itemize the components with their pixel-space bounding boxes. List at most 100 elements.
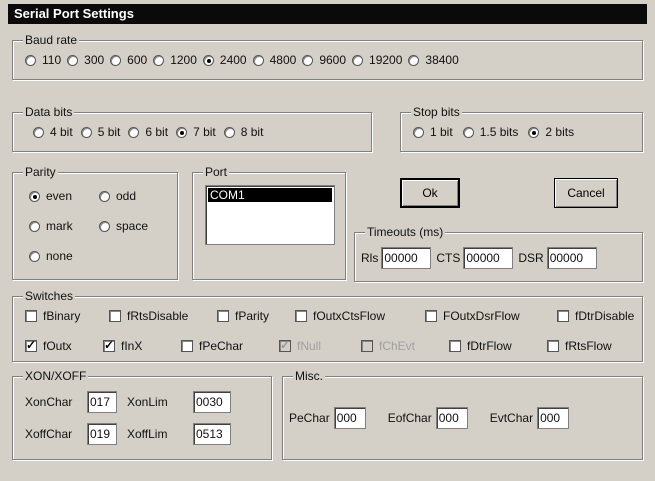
databits-radio-8-bit[interactable]: [223, 126, 235, 138]
baud-option-9600[interactable]: 9600: [302, 53, 346, 67]
parity-space-option[interactable]: space: [99, 219, 148, 233]
switch-checkbox-fpechar[interactable]: [181, 340, 193, 352]
parity-mark-radio[interactable]: [29, 220, 40, 232]
baud-option-110[interactable]: 110: [25, 53, 61, 67]
switches-label: Switches: [23, 289, 76, 303]
databits-radio-7-bit[interactable]: [176, 126, 188, 138]
baud-option-text: 2400: [219, 53, 247, 67]
stopbits-option-1-bit[interactable]: 1 bit: [413, 125, 453, 139]
parity-mark-option[interactable]: mark: [29, 219, 95, 233]
parity-even-radio[interactable]: [29, 190, 40, 202]
parity-none-option[interactable]: none: [29, 249, 73, 263]
baud-option-4800[interactable]: 4800: [252, 53, 296, 67]
databits-option-8-bit[interactable]: 8 bit: [223, 125, 263, 139]
switch-checkbox-frtsflow[interactable]: [547, 340, 559, 352]
databits-radio-6-bit[interactable]: [128, 126, 140, 138]
baud-radio-9600[interactable]: [302, 54, 314, 66]
port-list-item[interactable]: COM1: [208, 188, 332, 202]
stopbits-radio-2-bits[interactable]: [528, 126, 540, 138]
switch-foutxctsflow[interactable]: fOutxCtsFlow: [295, 309, 421, 323]
baud-option-300[interactable]: 300: [67, 53, 104, 67]
databits-radio-5-bit[interactable]: [80, 126, 92, 138]
stopbits-radio-1-bit[interactable]: [413, 126, 424, 138]
baud-radio-2400[interactable]: [202, 54, 214, 66]
stop-bits-options: 1 bit 1.5 bits 2 bits: [413, 125, 584, 139]
parity-label: Parity: [23, 165, 58, 179]
switch-label: fBinary: [43, 309, 81, 323]
baud-option-text: 110: [42, 53, 62, 67]
xofflim-field[interactable]: 0513: [193, 423, 231, 445]
switch-label: fNull: [297, 339, 322, 353]
baud-radio-38400[interactable]: [408, 54, 420, 66]
eofchar-label: EofChar: [387, 411, 432, 425]
eofchar-field[interactable]: 000: [435, 407, 468, 429]
evtchar-field[interactable]: 000: [537, 407, 570, 429]
baud-option-38400[interactable]: 38400: [408, 53, 459, 67]
databits-option-6-bit[interactable]: 6 bit: [128, 125, 168, 139]
baud-option-19200[interactable]: 19200: [352, 53, 402, 67]
switch-fdtrflow[interactable]: fDtrFlow: [449, 339, 543, 353]
baud-option-2400[interactable]: 2400: [202, 53, 247, 67]
parity-row-2: mark space: [29, 219, 152, 233]
switch-finx[interactable]: fInX: [103, 338, 177, 353]
data-bits-options: 4 bit 5 bit 6 bit 7 bit 8 bit: [33, 125, 271, 139]
baud-option-text: 300: [84, 53, 105, 67]
xonlim-field[interactable]: 0030: [193, 391, 231, 413]
pechar-field[interactable]: 000: [333, 407, 366, 429]
xonchar-field[interactable]: 017: [87, 391, 117, 413]
parity-none-text: none: [46, 249, 73, 263]
databits-option-5-bit[interactable]: 5 bit: [80, 125, 120, 139]
switch-frtsdisable[interactable]: fRtsDisable: [109, 309, 213, 323]
baud-radio-19200[interactable]: [352, 54, 364, 66]
port-listbox[interactable]: COM1: [205, 185, 335, 245]
xoffchar-field[interactable]: 019: [87, 423, 117, 445]
switch-checkbox-finx[interactable]: [103, 338, 115, 352]
baud-option-600[interactable]: 600: [110, 53, 147, 67]
switch-checkbox-fbinary[interactable]: [25, 310, 37, 322]
databits-option-7-bit[interactable]: 7 bit: [176, 125, 216, 139]
switch-checkbox-foutxctsflow[interactable]: [295, 310, 307, 322]
switch-fbinary[interactable]: fBinary: [25, 309, 105, 323]
cts-field[interactable]: 00000: [463, 247, 514, 269]
ok-button[interactable]: Ok: [400, 178, 460, 208]
parity-odd-radio[interactable]: [99, 190, 110, 202]
baud-option-1200[interactable]: 1200: [153, 53, 197, 67]
parity-even-option[interactable]: even: [29, 189, 95, 203]
databits-option-text: 7 bit: [193, 125, 216, 139]
stopbits-option-1-5-bits[interactable]: 1.5 bits: [462, 125, 518, 139]
switch-fdtrdisable[interactable]: fDtrDisable: [557, 309, 655, 323]
baud-radio-1200[interactable]: [153, 54, 165, 66]
switch-checkbox-frtsdisable[interactable]: [109, 310, 121, 322]
switch-fparity[interactable]: fParity: [217, 309, 291, 323]
baud-radio-600[interactable]: [110, 54, 122, 66]
switch-checkbox-fdtrflow[interactable]: [449, 340, 461, 352]
parity-mark-text: mark: [46, 219, 73, 233]
switch-checkbox-foutx[interactable]: [25, 338, 37, 352]
data-bits-label: Data bits: [23, 105, 75, 119]
switch-fpechar[interactable]: fPeChar: [181, 339, 275, 353]
switch-foutx[interactable]: fOutx: [25, 338, 99, 353]
baud-radio-300[interactable]: [67, 54, 79, 66]
stopbits-radio-1-5-bits[interactable]: [462, 126, 474, 138]
databits-option-4-bit[interactable]: 4 bit: [33, 125, 73, 139]
databits-radio-4-bit[interactable]: [33, 126, 44, 138]
parity-space-radio[interactable]: [99, 220, 110, 232]
baud-option-text: 1200: [170, 53, 197, 67]
parity-odd-option[interactable]: odd: [99, 189, 136, 203]
baud-radio-4800[interactable]: [252, 54, 264, 66]
parity-none-radio[interactable]: [29, 250, 40, 262]
switch-label: fRtsDisable: [127, 309, 189, 323]
switch-checkbox-foutxdsrflow[interactable]: [425, 310, 437, 322]
switch-checkbox-fdtrdisable[interactable]: [557, 310, 569, 322]
stopbits-option-2-bits[interactable]: 2 bits: [528, 125, 574, 139]
switch-checkbox-fchevt: [361, 340, 373, 352]
dsr-field[interactable]: 00000: [546, 247, 597, 269]
baud-radio-110[interactable]: [25, 54, 36, 66]
switch-frtsflow[interactable]: fRtsFlow: [547, 339, 637, 353]
rls-field[interactable]: 00000: [381, 247, 432, 269]
stop-bits-group: Stop bits 1 bit 1.5 bits 2 bits: [400, 105, 643, 152]
pechar-label: PeChar: [289, 411, 330, 425]
switch-foutxdsrflow[interactable]: FOutxDsrFlow: [425, 309, 553, 323]
cancel-button[interactable]: Cancel: [554, 178, 618, 208]
switch-checkbox-fparity[interactable]: [217, 310, 229, 322]
